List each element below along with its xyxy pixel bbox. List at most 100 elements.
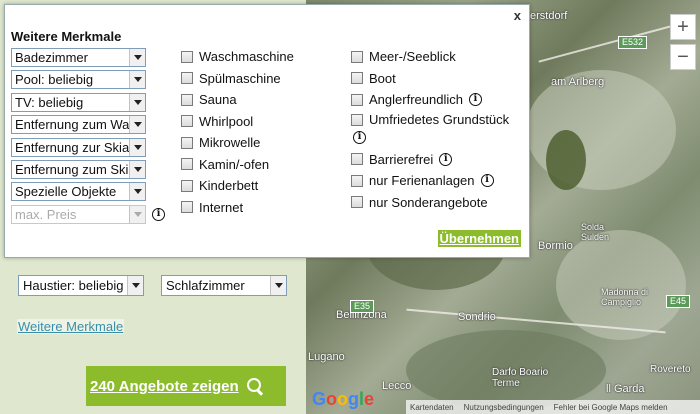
checkbox-label: nur Sonderangebote (369, 194, 488, 210)
chevron-down-icon (129, 116, 145, 134)
info-icon[interactable]: i (480, 174, 494, 188)
chevron-down-icon (129, 93, 145, 111)
checkbox[interactable] (181, 201, 193, 214)
info-icon[interactable]: i (152, 207, 165, 221)
close-icon[interactable]: x (514, 8, 521, 23)
checkbox-label: Spülmaschine (199, 70, 281, 86)
check-mikrowelle[interactable]: Mikrowelle (181, 132, 294, 154)
checkbox-label: Whirlpool (199, 113, 254, 129)
check-kinderbett[interactable]: Kinderbett (181, 175, 294, 197)
check-anglerfreundlich[interactable]: Anglerfreundlich i (351, 89, 509, 111)
check-sonderangebote[interactable]: nur Sonderangebote (351, 192, 509, 214)
map-footer: Kartendaten Nutzungsbedingungen Fehler b… (406, 400, 700, 414)
distance-ski-slope-select[interactable]: Entfernung zum Skil (11, 159, 146, 179)
checkbox[interactable] (181, 158, 193, 171)
check-spuelmaschine[interactable]: Spülmaschine (181, 68, 294, 90)
map-label: Lugano (308, 351, 345, 363)
map-label: Sondrio (458, 311, 496, 323)
special-objects-select[interactable]: Spezielle Objekte (11, 182, 146, 202)
checkbox-label: Kamin/-ofen (199, 156, 270, 172)
report-error-link[interactable]: Fehler bei Google Maps melden (554, 403, 668, 412)
checkbox-label: Boot (369, 70, 396, 86)
pet-select[interactable]: Haustier: beliebig (18, 275, 144, 296)
checkbox-label: Sauna (199, 92, 237, 108)
pool-select[interactable]: Pool: beliebig (11, 70, 146, 90)
bedrooms-select[interactable]: Schlafzimmer (161, 275, 287, 296)
select-value: Entfernung zur Skial (15, 139, 133, 155)
select-value: max. Preis (15, 206, 77, 222)
checkbox[interactable] (181, 115, 193, 128)
more-features-link[interactable]: Weitere Merkmale (17, 319, 125, 334)
checkbox-column-1: Waschmaschine Spülmaschine Sauna Whirlpo… (181, 46, 294, 218)
checkbox[interactable] (181, 72, 193, 85)
checkbox[interactable] (351, 72, 363, 85)
modal-title: Weitere Merkmale (11, 29, 122, 44)
checkbox[interactable] (351, 174, 363, 187)
checkbox-label: Internet (199, 199, 244, 215)
chevron-down-icon (129, 183, 145, 201)
show-offers-label: 240 Angebote zeigen (90, 377, 239, 395)
map-data-link[interactable]: Kartendaten (410, 403, 454, 412)
chevron-down-icon (129, 49, 145, 66)
zoom-in-button[interactable]: + (670, 14, 696, 40)
check-barrierefrei[interactable]: Barrierefrei i (351, 149, 509, 171)
map-label: ll Garda (606, 383, 645, 395)
map-label: Solda Sulden (581, 222, 610, 242)
select-value: TV: beliebig (15, 94, 84, 110)
check-umfriedet[interactable]: Umfriedetes Grundstück i (351, 111, 509, 145)
chevron-down-icon (129, 160, 145, 178)
check-waschmaschine[interactable]: Waschmaschine (181, 46, 294, 68)
checkbox-label: Kinderbett (199, 178, 259, 194)
checkbox[interactable] (181, 93, 193, 106)
max-price-select: max. Preis (11, 204, 146, 224)
checkbox[interactable] (181, 50, 193, 63)
checkbox[interactable] (181, 179, 193, 192)
check-seeblick[interactable]: Meer-/Seeblick (351, 46, 509, 68)
checkbox-label: Umfriedetes Grundstück (369, 112, 510, 127)
check-kamin[interactable]: Kamin/-ofen (181, 154, 294, 176)
checkbox-label: Meer-/Seeblick (369, 49, 456, 65)
google-logo: Google (312, 389, 375, 409)
map-label: am Arlberg (551, 76, 605, 88)
chevron-down-icon (129, 71, 145, 89)
chevron-down-icon (129, 138, 145, 156)
more-features-modal: x Weitere Merkmale Badezimmer Pool: beli… (4, 4, 530, 258)
checkbox-label: Anglerfreundlich (369, 92, 463, 108)
zoom-out-button[interactable]: − (670, 44, 696, 70)
check-whirlpool[interactable]: Whirlpool (181, 111, 294, 133)
checkbox-column-2: Meer-/Seeblick Boot Anglerfreundlich i Um… (351, 46, 509, 213)
apply-button[interactable]: Übernehmen (437, 230, 521, 247)
distance-water-select[interactable]: Entfernung zum Wa (11, 115, 146, 135)
checkbox-label: Barrierefrei (369, 151, 434, 167)
road-shield: E35 (350, 300, 375, 313)
map-terrain (546, 130, 586, 190)
info-icon[interactable]: i (439, 152, 453, 166)
select-value: Spezielle Objekte (15, 184, 117, 200)
checkbox-label: nur Ferienanlagen (369, 173, 475, 189)
tv-select[interactable]: TV: beliebig (11, 92, 146, 112)
checkbox[interactable] (351, 50, 363, 63)
checkbox[interactable] (181, 136, 193, 149)
check-internet[interactable]: Internet (181, 197, 294, 219)
map-label: Lecco (382, 380, 412, 392)
map-label: Rovereto (650, 364, 691, 375)
bathroom-select[interactable]: Badezimmer (11, 48, 146, 67)
bedrooms-select-value: Schlafzimmer (166, 278, 245, 293)
checkbox[interactable] (351, 196, 363, 209)
check-sauna[interactable]: Sauna (181, 89, 294, 111)
select-value: Pool: beliebig (15, 72, 94, 88)
show-offers-button[interactable]: 240 Angebote zeigen (86, 366, 286, 406)
info-icon[interactable]: i (353, 130, 366, 144)
checkbox[interactable] (351, 113, 363, 126)
check-boot[interactable]: Boot (351, 68, 509, 90)
check-ferienanlagen[interactable]: nur Ferienanlagen i (351, 170, 509, 192)
info-icon[interactable]: i (468, 93, 482, 107)
distance-ski-lift-select[interactable]: Entfernung zur Skial (11, 137, 146, 157)
checkbox[interactable] (351, 153, 363, 166)
checkbox[interactable] (351, 93, 363, 106)
road-shield: E45 (666, 295, 691, 308)
select-value: Entfernung zum Wa (15, 117, 130, 133)
terms-link[interactable]: Nutzungsbedingungen (464, 403, 544, 412)
road-shield: E532 (618, 36, 648, 49)
map-label: Bormio (538, 240, 573, 252)
